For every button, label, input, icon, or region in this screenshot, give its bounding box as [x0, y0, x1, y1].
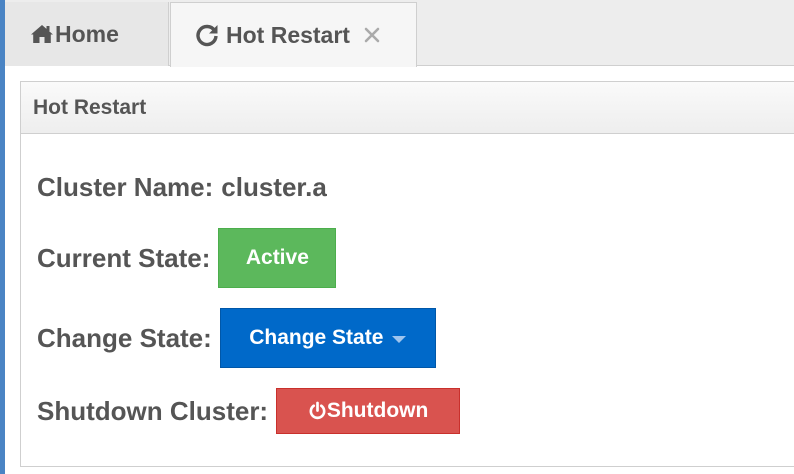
- current-state-row: Current State: Active: [37, 228, 337, 288]
- tab-home-label: Home: [55, 20, 119, 47]
- current-state-badge: Active: [218, 228, 337, 288]
- cluster-name-row: Cluster Name: cluster.a: [37, 172, 327, 203]
- cluster-name-label: Cluster Name:: [37, 172, 214, 202]
- change-state-label: Change State:: [37, 322, 212, 353]
- tab-home[interactable]: Home: [5, 2, 169, 66]
- shutdown-cluster-label: Shutdown Cluster:: [37, 395, 269, 426]
- caret-down-icon: [392, 335, 407, 343]
- change-state-button-label: Change State: [249, 326, 384, 349]
- refresh-icon: [195, 23, 219, 47]
- hot-restart-panel: Hot Restart Cluster Name: cluster.a Curr…: [20, 81, 794, 467]
- tab-hot-restart[interactable]: Hot Restart: [170, 2, 417, 67]
- shutdown-button-label: Shutdown: [326, 399, 429, 422]
- change-state-row: Change State: Change State: [37, 308, 436, 368]
- power-icon: [308, 401, 327, 421]
- window-edge: [0, 0, 5, 474]
- cluster-name-value: cluster.a: [221, 172, 327, 202]
- change-state-dropdown-button[interactable]: Change State: [219, 308, 436, 368]
- shutdown-button[interactable]: Shutdown: [276, 388, 461, 434]
- panel-title: Hot Restart: [21, 82, 794, 134]
- current-state-label: Current State:: [37, 242, 211, 273]
- shutdown-row: Shutdown Cluster: Shutdown: [37, 388, 461, 434]
- app-frame: Home Hot Restart Hot Restart Cluster Nam…: [0, 0, 794, 474]
- tab-bar: Home Hot Restart: [5, 0, 794, 67]
- tab-hot-restart-label: Hot Restart: [226, 21, 350, 48]
- home-icon: [30, 23, 54, 45]
- close-icon[interactable]: [363, 26, 381, 44]
